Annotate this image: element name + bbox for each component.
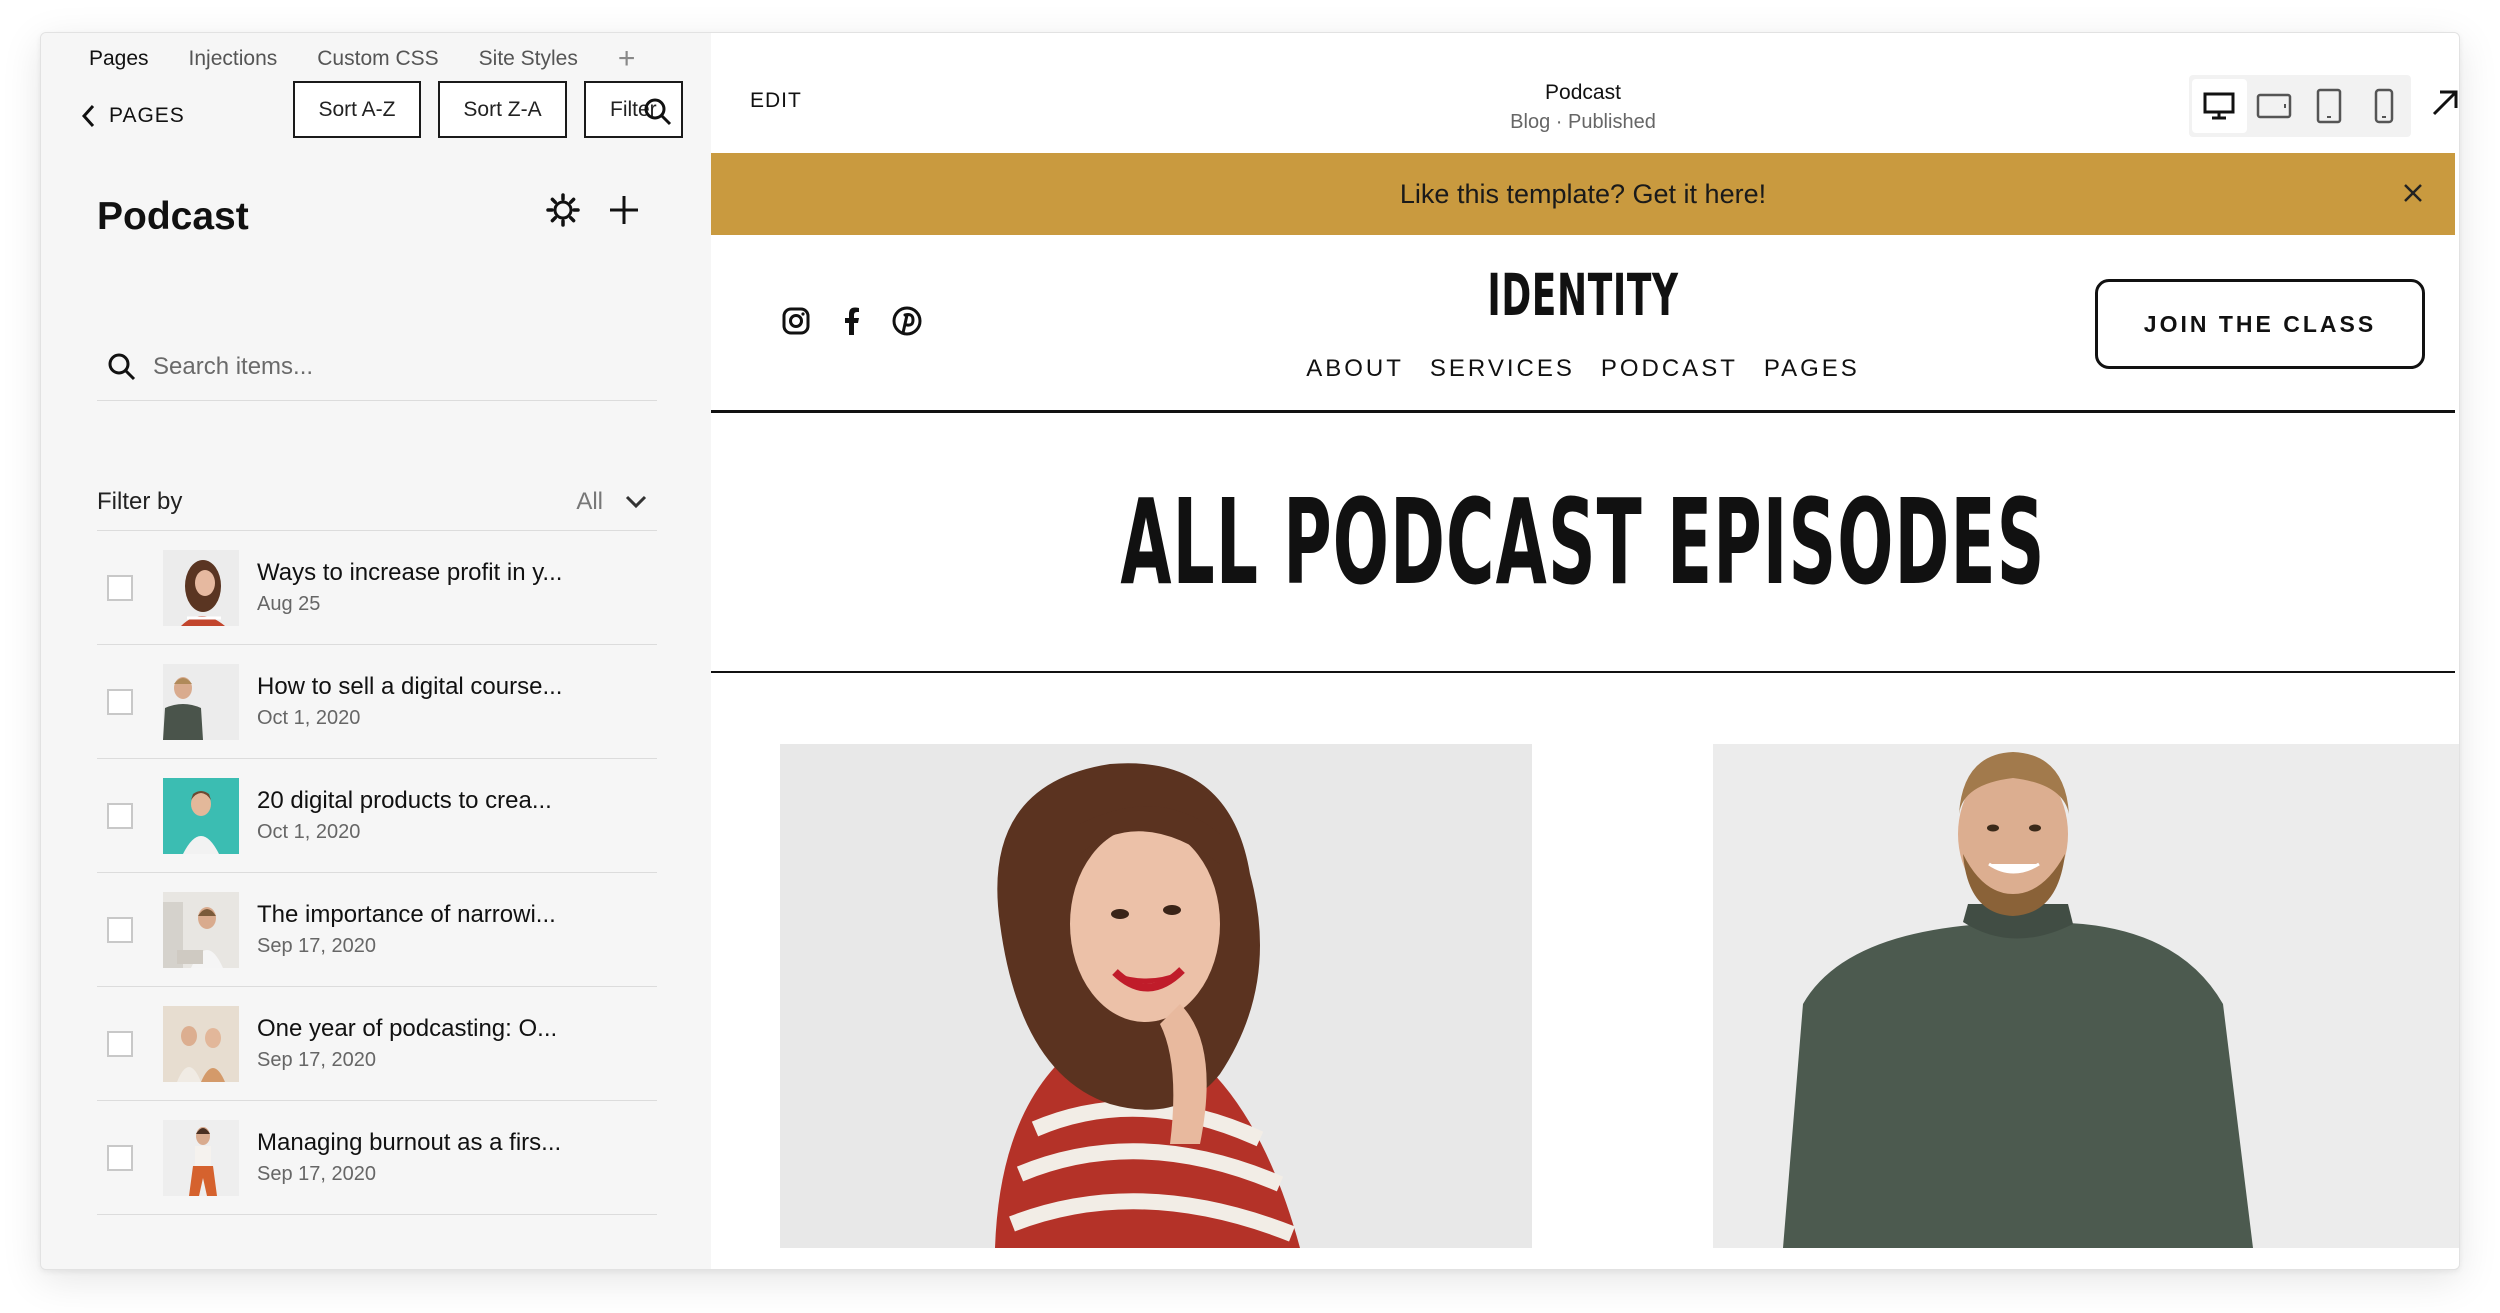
item-title: 20 digital products to crea... bbox=[257, 787, 552, 814]
item-thumbnail bbox=[163, 777, 239, 854]
back-label: PAGES bbox=[109, 104, 185, 127]
item-thumbnail bbox=[163, 1119, 239, 1196]
site-logo[interactable]: IDENTITY bbox=[1042, 261, 2123, 329]
device-tablet-portrait-button[interactable] bbox=[2302, 75, 2357, 137]
item-date: Oct 1, 2020 bbox=[257, 821, 361, 843]
item-checkbox[interactable] bbox=[107, 1030, 133, 1057]
join-class-button[interactable]: JOIN THE CLASS bbox=[2095, 279, 2425, 369]
nav-link-services[interactable]: SERVICES bbox=[1430, 355, 1575, 383]
item-checkbox[interactable] bbox=[107, 916, 133, 943]
back-to-pages-button[interactable]: PAGES bbox=[79, 91, 185, 141]
item-list: Ways to increase profit in y... Aug 25 Ho… bbox=[97, 531, 657, 1215]
tablet-portrait-icon bbox=[2316, 88, 2342, 124]
sort-toolbar: Sort A-Z Sort Z-A Filter bbox=[293, 81, 683, 138]
tab-site-styles[interactable]: Site Styles bbox=[479, 47, 578, 71]
item-title: Ways to increase profit in y... bbox=[257, 559, 563, 586]
filter-select[interactable]: All bbox=[576, 488, 657, 516]
list-item[interactable]: How to sell a digital course... Oct 1, 20… bbox=[97, 645, 657, 759]
pages-panel: Pages Injections Custom CSS Site Styles … bbox=[41, 33, 711, 1269]
list-item[interactable]: Ways to increase profit in y... Aug 25 bbox=[97, 531, 657, 645]
item-date: Sep 17, 2020 bbox=[257, 935, 376, 957]
expand-arrow-icon[interactable] bbox=[2429, 87, 2460, 119]
banner-text: Like this template? Get it here! bbox=[1399, 178, 1767, 209]
filter-by-row[interactable]: Filter by All bbox=[97, 473, 657, 531]
list-item[interactable]: One year of podcasting: O... Sep 17, 2020 bbox=[97, 987, 657, 1101]
collection-actions bbox=[546, 193, 640, 227]
item-checkbox[interactable] bbox=[107, 802, 133, 829]
phone-icon bbox=[2374, 88, 2393, 124]
social-links bbox=[781, 305, 923, 337]
facebook-icon[interactable] bbox=[841, 306, 861, 336]
tab-custom-css[interactable]: Custom CSS bbox=[317, 47, 438, 71]
list-item[interactable]: The importance of narrowi... Sep 17, 2020 bbox=[97, 873, 657, 987]
promo-banner[interactable]: Like this template? Get it here! bbox=[711, 153, 2455, 235]
search-input[interactable] bbox=[153, 352, 593, 381]
item-checkbox[interactable] bbox=[107, 688, 133, 715]
pinterest-icon[interactable] bbox=[891, 305, 923, 337]
item-title: The importance of narrowi... bbox=[257, 901, 556, 928]
nav-link-pages[interactable]: PAGES bbox=[1764, 355, 1860, 383]
page-heading: ALL PODCAST EPISODES bbox=[1120, 473, 2046, 611]
list-item[interactable]: Managing burnout as a firs... Sep 17, 202… bbox=[97, 1101, 657, 1215]
item-title: Managing burnout as a firs... bbox=[257, 1129, 562, 1156]
search-field bbox=[97, 333, 657, 401]
site-header: IDENTITY ABOUT SERVICES PODCAST PAGES JO… bbox=[711, 235, 2455, 413]
device-switcher bbox=[2189, 75, 2411, 137]
item-date: Oct 1, 2020 bbox=[257, 707, 361, 729]
filter-value: All bbox=[576, 487, 603, 515]
collection-title: Podcast bbox=[97, 195, 249, 238]
sort-za-button[interactable]: Sort Z-A bbox=[438, 81, 567, 138]
nav-link-podcast[interactable]: PODCAST bbox=[1601, 355, 1738, 383]
episode-card-image[interactable] bbox=[1713, 744, 2459, 1248]
site-preview: EDIT Podcast Blog · Published Like this … bbox=[711, 33, 2459, 1269]
filter-button[interactable]: Filter bbox=[584, 81, 683, 138]
episode-card-image[interactable] bbox=[780, 744, 1532, 1248]
device-phone-button[interactable] bbox=[2356, 75, 2411, 137]
plus-icon[interactable] bbox=[608, 194, 640, 226]
tab-injections[interactable]: Injections bbox=[189, 47, 278, 71]
tab-pages[interactable]: Pages bbox=[89, 47, 149, 71]
sort-az-button[interactable]: Sort A-Z bbox=[293, 81, 421, 138]
nav-link-about[interactable]: ABOUT bbox=[1306, 355, 1404, 383]
desktop-icon bbox=[2203, 92, 2235, 120]
item-date: Sep 17, 2020 bbox=[257, 1049, 376, 1071]
device-desktop-button[interactable] bbox=[2192, 79, 2247, 133]
item-date: Aug 25 bbox=[257, 593, 321, 615]
add-tab-icon[interactable]: + bbox=[618, 44, 636, 74]
chevron-left-icon bbox=[81, 104, 95, 128]
filter-by-label: Filter by bbox=[97, 487, 183, 515]
device-tablet-landscape-button[interactable] bbox=[2247, 75, 2302, 137]
item-checkbox[interactable] bbox=[107, 1144, 133, 1171]
item-thumbnail bbox=[163, 549, 239, 626]
search-icon[interactable] bbox=[643, 97, 673, 127]
tablet-landscape-icon bbox=[2256, 93, 2292, 119]
item-title: How to sell a digital course... bbox=[257, 673, 563, 700]
editor-window: Pages Injections Custom CSS Site Styles … bbox=[40, 32, 2460, 1270]
chevron-down-icon bbox=[625, 495, 647, 508]
instagram-icon[interactable] bbox=[781, 306, 811, 336]
page-heading-section: ALL PODCAST EPISODES bbox=[711, 413, 2455, 673]
list-item[interactable]: 20 digital products to crea... Oct 1, 202… bbox=[97, 759, 657, 873]
close-icon[interactable] bbox=[2401, 181, 2425, 205]
gear-icon[interactable] bbox=[546, 193, 580, 227]
item-thumbnail bbox=[163, 891, 239, 968]
item-thumbnail bbox=[163, 1005, 239, 1082]
search-icon bbox=[108, 353, 136, 380]
item-checkbox[interactable] bbox=[107, 574, 133, 601]
top-tabs: Pages Injections Custom CSS Site Styles … bbox=[89, 39, 635, 79]
item-date: Sep 17, 2020 bbox=[257, 1163, 376, 1185]
item-title: One year of podcasting: O... bbox=[257, 1015, 558, 1042]
item-thumbnail bbox=[163, 663, 239, 740]
editor-toolbar: EDIT Podcast Blog · Published bbox=[711, 59, 2458, 153]
